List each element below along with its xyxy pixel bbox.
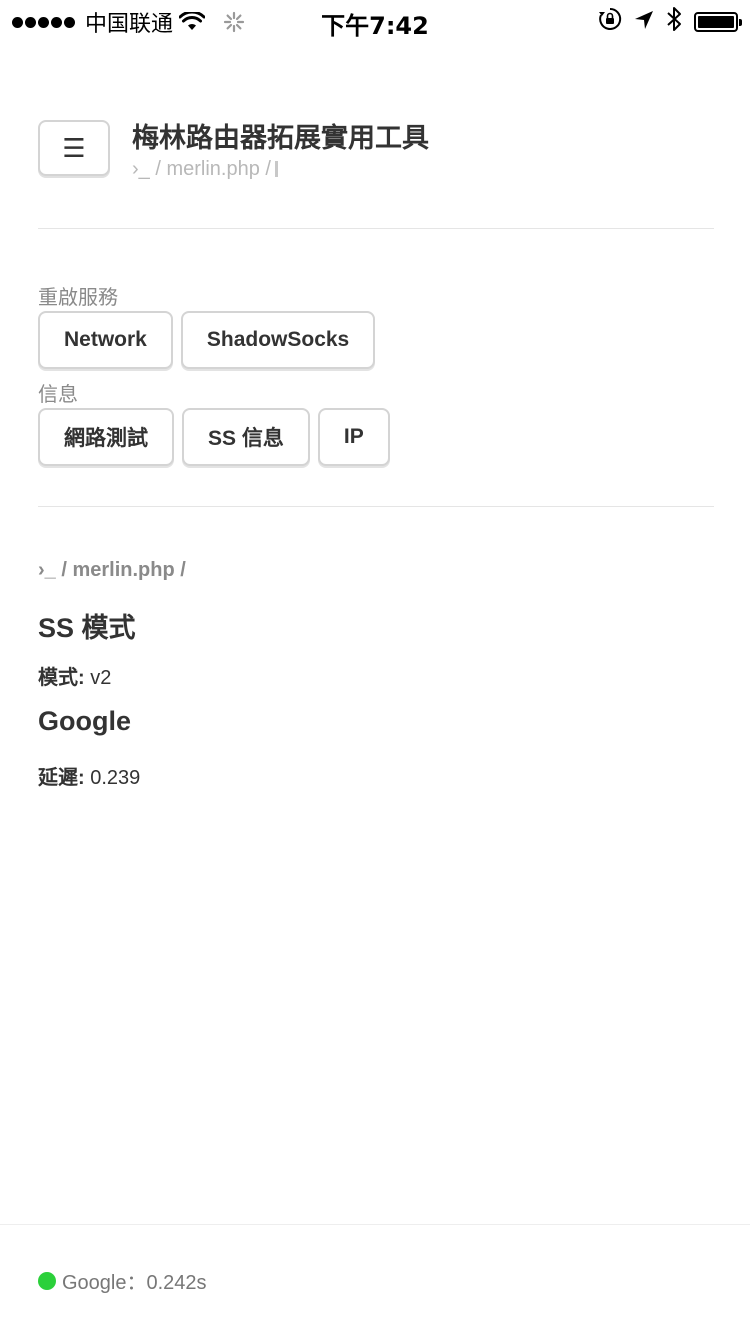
menu-button[interactable]: ☰ [38, 120, 110, 176]
location-arrow-icon [634, 9, 654, 36]
latency-value: 0.239 [90, 767, 141, 789]
orientation-lock-icon [598, 7, 622, 37]
page-title: 梅林路由器拓展實用工具 [132, 123, 429, 154]
hamburger-menu-icon: ☰ [62, 132, 86, 163]
ss-mode-heading: SS 模式 [38, 613, 136, 643]
ss-info-button[interactable]: SS 信息 [182, 408, 310, 466]
info-section-label: 信息 [38, 382, 78, 406]
restart-section-label: 重啟服務 [38, 285, 118, 309]
status-bar: 中国联通 下午7:42 [0, 0, 750, 40]
latency-label: 延遲: [38, 767, 85, 789]
header-divider [38, 228, 714, 229]
status-indicator-dot [38, 1271, 56, 1290]
battery-icon [694, 12, 742, 32]
bluetooth-icon [666, 6, 682, 38]
restart-shadowsocks-button[interactable]: ShadowSocks [180, 311, 376, 369]
result-path: ›_ / merlin.php / [38, 559, 186, 581]
footer-divider [0, 1224, 750, 1225]
text-cursor-icon [274, 161, 278, 177]
info-button-group: 網路測試 SS 信息 IP [38, 408, 390, 466]
restart-button-group: Network ShadowSocks [38, 311, 376, 369]
mode-row: 模式: v2 [38, 661, 111, 690]
restart-network-button[interactable]: Network [38, 311, 173, 369]
latency-row: 延遲: 0.239 [38, 761, 140, 790]
breadcrumb: ›_ / merlin.php / [132, 158, 278, 181]
ip-button[interactable]: IP [317, 408, 390, 466]
footer-latency-text: Google：0.242s [62, 1272, 207, 1294]
section-divider [38, 506, 714, 507]
breadcrumb-path: ›_ / merlin.php / [132, 158, 271, 180]
network-test-button[interactable]: 網路測試 [38, 408, 174, 466]
mode-label: 模式: [38, 667, 85, 689]
status-bar-right [598, 6, 742, 38]
mode-value: v2 [90, 667, 112, 689]
google-heading: Google [38, 706, 131, 736]
footer-status: Google：0.242s [38, 1266, 207, 1295]
